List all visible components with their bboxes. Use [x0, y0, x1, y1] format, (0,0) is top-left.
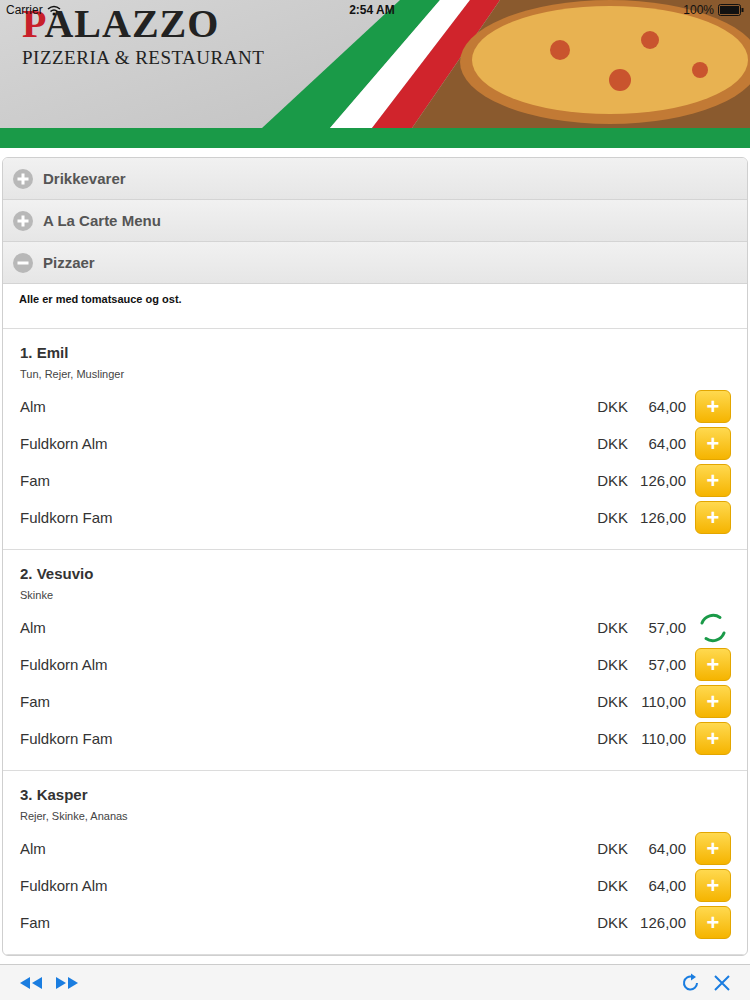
- add-button[interactable]: +: [695, 427, 731, 460]
- pizza-item: 3. Kasper Rejer, Skinke, Ananas Alm DKK …: [3, 771, 747, 955]
- size-label: Fuldkorn Alm: [20, 656, 588, 673]
- size-label: Fam: [20, 914, 588, 931]
- size-option-row: Fuldkorn Alm DKK 64,00 +: [20, 867, 731, 904]
- section-header[interactable]: Pizzaer: [3, 242, 747, 284]
- carrier-label: Carrier: [6, 3, 43, 17]
- size-option-row: Alm DKK 64,00 +: [20, 388, 731, 425]
- size-option-row: Fam DKK 126,00 +: [20, 462, 731, 499]
- size-label: Fuldkorn Fam: [20, 730, 588, 747]
- pizza-item: 2. Vesuvio Skinke Alm DKK 57,00 Fuldkorn…: [3, 550, 747, 771]
- close-icon[interactable]: [712, 973, 732, 993]
- size-option-row: Fuldkorn Alm DKK 64,00 +: [20, 425, 731, 462]
- section-note: Alle er med tomatsauce og ost.: [3, 284, 747, 329]
- price: DKK 64,00: [597, 840, 686, 857]
- price: DKK 57,00: [597, 619, 686, 636]
- price: DKK 126,00: [597, 472, 686, 489]
- menu-scroll[interactable]: Drikkevarer A La Carte Menu Pizzaer Alle…: [0, 148, 750, 964]
- size-option-row: Fam DKK 110,00 +: [20, 683, 731, 720]
- size-option-row: Fam DKK 126,00 +: [20, 904, 731, 941]
- pizza-name: 2. Vesuvio: [20, 564, 731, 584]
- section-title: Pizzaer: [43, 254, 95, 271]
- size-label: Fuldkorn Alm: [20, 435, 588, 452]
- section-header[interactable]: Drikkevarer: [3, 158, 747, 200]
- menu-accordion: Drikkevarer A La Carte Menu Pizzaer Alle…: [2, 157, 748, 956]
- green-strip: [0, 128, 750, 148]
- size-option-row: Fuldkorn Fam DKK 110,00 +: [20, 720, 731, 757]
- section-title: Drikkevarer: [43, 170, 126, 187]
- price: DKK 126,00: [597, 914, 686, 931]
- pizza-ingredients: Tun, Rejer, Muslinger: [20, 366, 731, 382]
- pizza-item: 1. Emil Tun, Rejer, Muslinger Alm DKK 64…: [3, 329, 747, 550]
- status-bar: Carrier 2:54 AM 100%: [0, 0, 750, 20]
- price: DKK 126,00: [597, 509, 686, 526]
- add-button[interactable]: +: [695, 648, 731, 681]
- price: DKK 110,00: [597, 730, 686, 747]
- size-label: Fuldkorn Fam: [20, 509, 588, 526]
- size-label: Alm: [20, 840, 588, 857]
- battery-label: 100%: [683, 3, 714, 17]
- logo-subtitle: PIZZERIA & RESTAURANT: [22, 46, 750, 70]
- spinner-icon: [696, 611, 730, 645]
- size-option-row: Alm DKK 57,00: [20, 609, 731, 646]
- price: DKK 110,00: [597, 693, 686, 710]
- pizza-ingredients: Rejer, Skinke, Ananas: [20, 808, 731, 824]
- pizza-name: 3. Kasper: [20, 785, 731, 805]
- size-label: Alm: [20, 619, 588, 636]
- app-screen: PALAZZO PIZZERIA & RESTAURANT Carrier 2:…: [0, 0, 750, 1000]
- price: DKK 57,00: [597, 656, 686, 673]
- battery-icon: [718, 4, 744, 16]
- section-header[interactable]: A La Carte Menu: [3, 200, 747, 242]
- back-icon[interactable]: [18, 975, 44, 991]
- clock: 2:54 AM: [349, 3, 395, 17]
- loading-spinner: [695, 611, 731, 645]
- add-button[interactable]: +: [695, 390, 731, 423]
- browser-toolbar: [0, 964, 750, 1000]
- size-label: Alm: [20, 398, 588, 415]
- size-option-row: Alm DKK 64,00 +: [20, 830, 731, 867]
- add-button[interactable]: +: [695, 832, 731, 865]
- price: DKK 64,00: [597, 877, 686, 894]
- price: DKK 64,00: [597, 435, 686, 452]
- add-button[interactable]: +: [695, 722, 731, 755]
- refresh-icon[interactable]: [680, 972, 702, 994]
- size-option-row: Fuldkorn Fam DKK 126,00 +: [20, 499, 731, 536]
- wifi-icon: [47, 5, 61, 16]
- pizza-ingredients: Skinke: [20, 587, 731, 603]
- size-option-row: Fuldkorn Alm DKK 57,00 +: [20, 646, 731, 683]
- expand-icon: [13, 211, 33, 231]
- add-button[interactable]: +: [695, 501, 731, 534]
- pizza-name: 1. Emil: [20, 343, 731, 363]
- forward-icon[interactable]: [54, 975, 80, 991]
- add-button[interactable]: +: [695, 464, 731, 497]
- expand-icon: [13, 169, 33, 189]
- section-title: A La Carte Menu: [43, 212, 161, 229]
- size-label: Fam: [20, 472, 588, 489]
- add-button[interactable]: +: [695, 906, 731, 939]
- collapse-icon: [13, 253, 33, 273]
- add-button[interactable]: +: [695, 869, 731, 902]
- size-label: Fam: [20, 693, 588, 710]
- size-label: Fuldkorn Alm: [20, 877, 588, 894]
- price: DKK 64,00: [597, 398, 686, 415]
- add-button[interactable]: +: [695, 685, 731, 718]
- header-banner: PALAZZO PIZZERIA & RESTAURANT Carrier 2:…: [0, 0, 750, 128]
